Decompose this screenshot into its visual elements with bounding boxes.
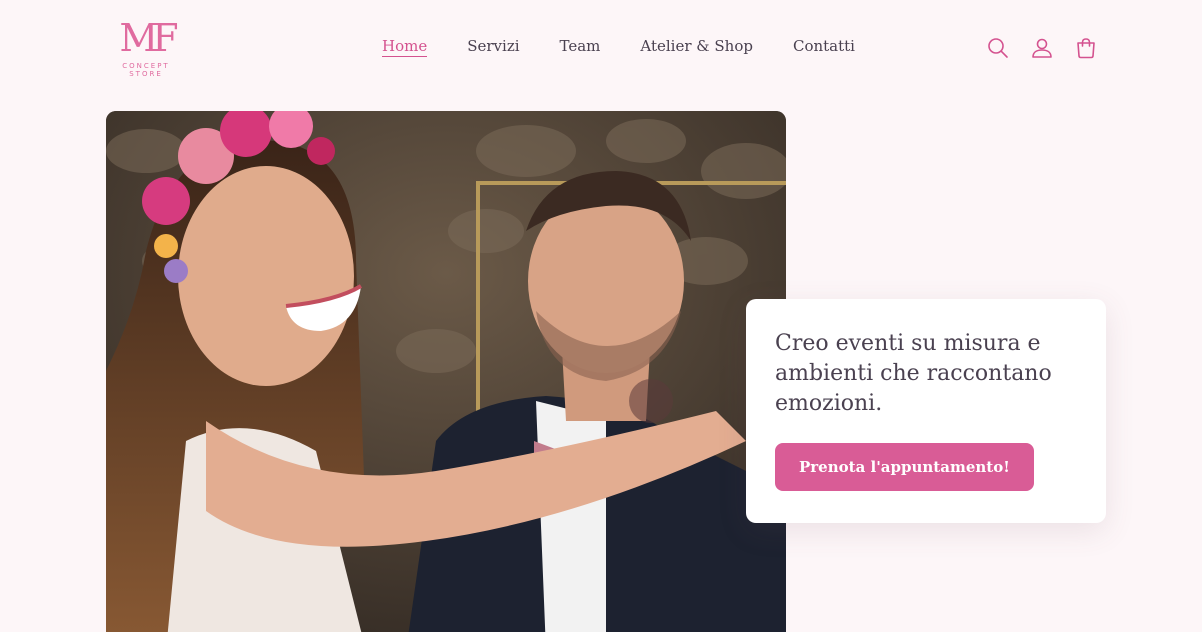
header-icons	[986, 34, 1098, 62]
search-icon[interactable]	[986, 34, 1010, 62]
bride-and-groom-photo	[106, 111, 786, 632]
nav-item-contatti[interactable]: Contatti	[793, 36, 855, 57]
nav-item-team[interactable]: Team	[560, 36, 601, 57]
site-logo[interactable]: MF CONCEPT STORE	[106, 18, 186, 78]
site-header: MF CONCEPT STORE Home Servizi Team Ateli…	[0, 0, 1202, 95]
logo-subtitle: CONCEPT STORE	[122, 62, 170, 78]
logo-mark: MF	[119, 16, 178, 60]
hero-card: Creo eventi su misura e ambienti che rac…	[746, 299, 1106, 523]
nav-item-home[interactable]: Home	[382, 36, 428, 57]
account-icon[interactable]	[1030, 34, 1054, 62]
main-nav: Home Servizi Team Atelier & Shop Contatt…	[382, 36, 855, 57]
nav-item-servizi[interactable]: Servizi	[467, 36, 519, 57]
nav-item-atelier-shop[interactable]: Atelier & Shop	[640, 36, 753, 57]
cart-icon[interactable]	[1074, 34, 1098, 62]
book-appointment-button[interactable]: Prenota l'appuntamento!	[775, 443, 1034, 491]
hero-photo	[106, 111, 786, 632]
hero-headline: Creo eventi su misura e ambienti che rac…	[775, 331, 1052, 416]
